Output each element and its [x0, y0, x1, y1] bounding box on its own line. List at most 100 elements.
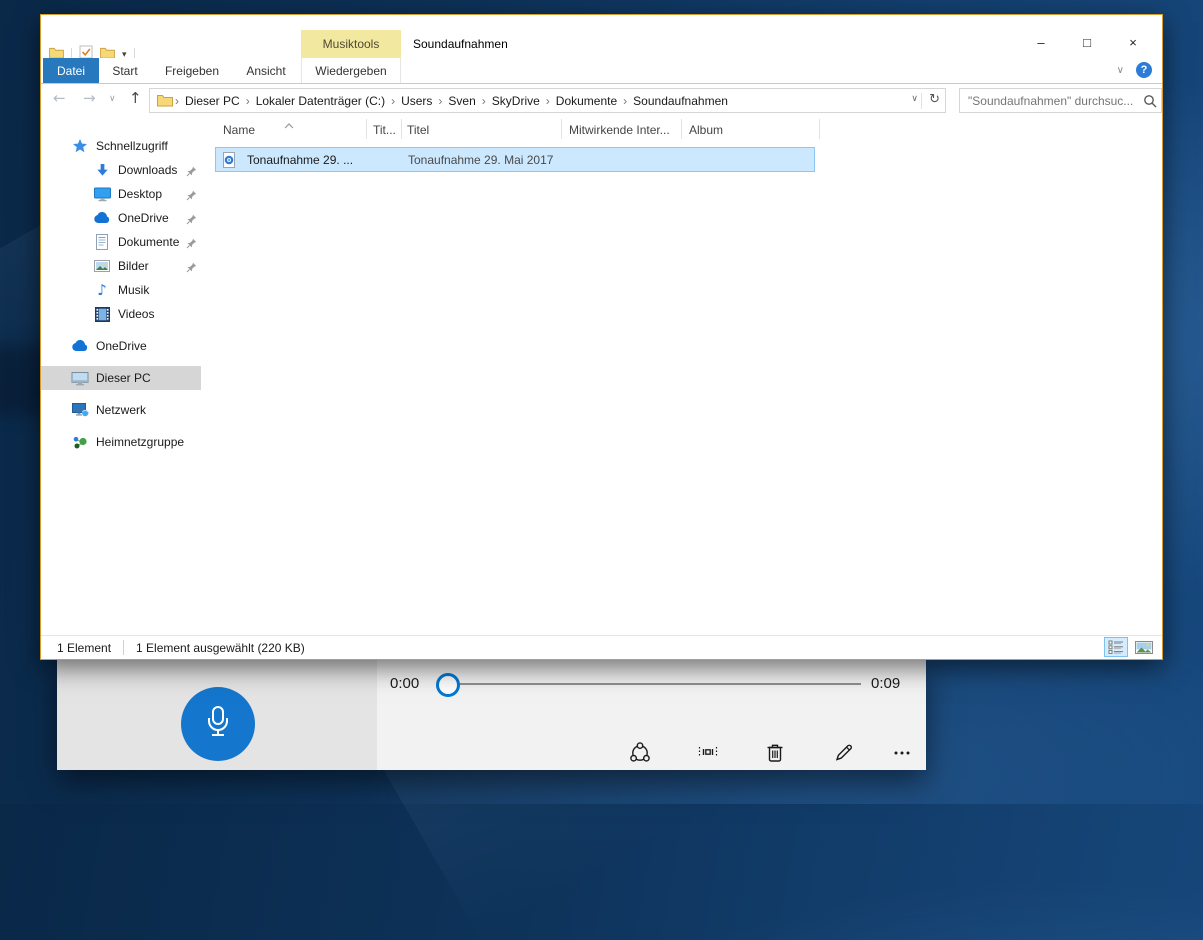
search-box[interactable] [959, 88, 1162, 113]
breadcrumb-soundaufnahmen[interactable]: Soundaufnahmen [633, 94, 728, 108]
crumb-separator: › [175, 94, 179, 108]
contextual-tab-group: Musiktools [301, 30, 401, 58]
pictures-icon [93, 260, 111, 272]
quick-access-star-icon [71, 138, 89, 154]
help-icon[interactable]: ? [1136, 62, 1152, 78]
address-dropdown-chevron-icon[interactable]: ∨ [911, 94, 918, 104]
record-button[interactable] [181, 687, 255, 761]
column-header-mitwirkende[interactable]: Mitwirkende Inter... [569, 117, 670, 143]
item-count: 1 Element [57, 641, 111, 655]
column-header-album[interactable]: Album [689, 117, 723, 143]
playback-slider-track[interactable] [459, 683, 861, 685]
sidebar-item-desktop[interactable]: Desktop [41, 182, 201, 206]
column-separator[interactable] [561, 119, 562, 139]
maximize-button[interactable]: □ [1064, 31, 1110, 53]
address-bar-row: ← → ∨ ↑ › Dieser PC › Lokaler Datenträge… [41, 85, 1162, 115]
sidebar-item-dokumente[interactable]: Dokumente [41, 230, 201, 254]
collapse-ribbon-chevron-icon[interactable]: ∨ [1117, 65, 1124, 76]
crumb-separator: › [246, 94, 250, 108]
trim-icon [695, 739, 721, 765]
column-header-name[interactable]: Name [223, 117, 255, 143]
search-icon[interactable] [1143, 94, 1157, 113]
sidebar-item-videos[interactable]: Videos [41, 302, 201, 326]
sidebar-item-dieser-pc[interactable]: Dieser PC [41, 366, 201, 390]
tab-freigeben[interactable]: Freigeben [157, 58, 227, 83]
sidebar-item-onedrive-pinned[interactable]: OneDrive [41, 206, 201, 230]
breadcrumb-users[interactable]: Users [401, 94, 432, 108]
music-note-icon: ♪ [93, 283, 111, 298]
file-row-tonaufnahme[interactable]: Tonaufnahme 29. ... Tonaufnahme 29. Mai … [215, 147, 815, 172]
back-icon[interactable]: ← [53, 89, 66, 107]
sidebar-item-musik[interactable]: ♪ Musik [41, 278, 201, 302]
share-button[interactable] [627, 739, 653, 765]
sort-ascending-chevron-icon [284, 116, 294, 134]
playback-duration: 0:09 [871, 675, 900, 692]
breadcrumb-dokumente[interactable]: Dokumente [556, 94, 617, 108]
thumbnail-view-button[interactable] [1132, 637, 1156, 657]
column-separator[interactable] [681, 119, 682, 139]
column-header-tit[interactable]: Tit... [373, 117, 396, 143]
sidebar-item-label: Downloads [118, 163, 177, 177]
trim-button[interactable] [695, 739, 721, 765]
status-divider [123, 640, 124, 655]
sidebar-item-bilder[interactable]: Bilder [41, 254, 201, 278]
pin-icon [186, 212, 197, 230]
this-pc-monitor-icon [71, 371, 89, 386]
refresh-icon[interactable]: ↻ [929, 92, 940, 107]
file-titel: Tonaufnahme 29. Mai 2017 [408, 153, 553, 167]
sidebar-item-schnellzugriff[interactable]: Schnellzugriff [41, 134, 201, 158]
file-list-pane: Name Tit... Titel Mitwirkende Inter... A… [201, 115, 1162, 635]
sidebar-item-onedrive[interactable]: OneDrive [41, 334, 201, 358]
breadcrumb-sven[interactable]: Sven [448, 94, 475, 108]
rename-button[interactable] [831, 739, 857, 765]
breadcrumb-lokaler-datentraeger[interactable]: Lokaler Datenträger (C:) [256, 94, 385, 108]
column-separator[interactable] [366, 119, 367, 139]
sidebar-item-label: Musik [118, 283, 149, 297]
pencil-icon [831, 739, 857, 765]
ribbon-right-controls: ∨ ? [1117, 62, 1152, 78]
delete-button[interactable] [762, 739, 788, 765]
tab-ansicht[interactable]: Ansicht [237, 58, 295, 83]
sidebar-item-label: OneDrive [96, 339, 147, 353]
crumb-separator: › [391, 94, 395, 108]
crumb-separator: › [482, 94, 486, 108]
column-header-titel[interactable]: Titel [407, 117, 429, 143]
playback-position: 0:00 [390, 675, 419, 692]
file-explorer-window: ▾ Musiktools Soundaufnahmen – □ × Datei … [40, 14, 1163, 660]
videos-film-icon [93, 307, 111, 322]
more-button[interactable] [889, 739, 915, 765]
sidebar-item-netzwerk[interactable]: Netzwerk [41, 398, 201, 422]
forward-icon[interactable]: → [83, 89, 96, 107]
column-separator[interactable] [819, 119, 820, 139]
crumb-separator: › [623, 94, 627, 108]
playback-slider-thumb[interactable] [436, 673, 460, 697]
search-input[interactable] [966, 90, 1142, 111]
up-icon[interactable]: ↑ [129, 89, 142, 107]
tab-datei[interactable]: Datei [43, 58, 99, 83]
tab-start[interactable]: Start [103, 58, 147, 83]
address-folder-icon [157, 94, 173, 107]
close-button[interactable]: × [1110, 31, 1156, 53]
homegroup-icon [71, 435, 89, 449]
address-bar[interactable]: › Dieser PC › Lokaler Datenträger (C:) ›… [149, 88, 946, 113]
window-controls: – □ × [1018, 31, 1156, 53]
desktop-icon [93, 187, 111, 202]
selection-summary: 1 Element ausgewählt (220 KB) [136, 641, 305, 655]
details-view-button[interactable] [1104, 637, 1128, 657]
column-separator[interactable] [401, 119, 402, 139]
recent-locations-chevron-icon[interactable]: ∨ [109, 94, 116, 104]
sidebar-item-heimnetzgruppe[interactable]: Heimnetzgruppe [41, 430, 201, 454]
sidebar-item-label: Heimnetzgruppe [96, 435, 184, 449]
sidebar-item-downloads[interactable]: Downloads [41, 158, 201, 182]
minimize-button[interactable]: – [1018, 31, 1064, 53]
trash-icon [762, 739, 788, 765]
sidebar-item-label: Dieser PC [96, 371, 151, 385]
breadcrumb-skydrive[interactable]: SkyDrive [492, 94, 540, 108]
ellipsis-icon [889, 739, 915, 765]
breadcrumb-dieser-pc[interactable]: Dieser PC [185, 94, 240, 108]
sidebar-item-label: Bilder [118, 259, 149, 273]
tab-wiedergeben[interactable]: Wiedergeben [301, 58, 401, 83]
pin-icon [186, 260, 197, 278]
navigation-pane: Schnellzugriff Downloads Desktop O [41, 115, 201, 635]
onedrive-cloud-icon [71, 340, 89, 352]
